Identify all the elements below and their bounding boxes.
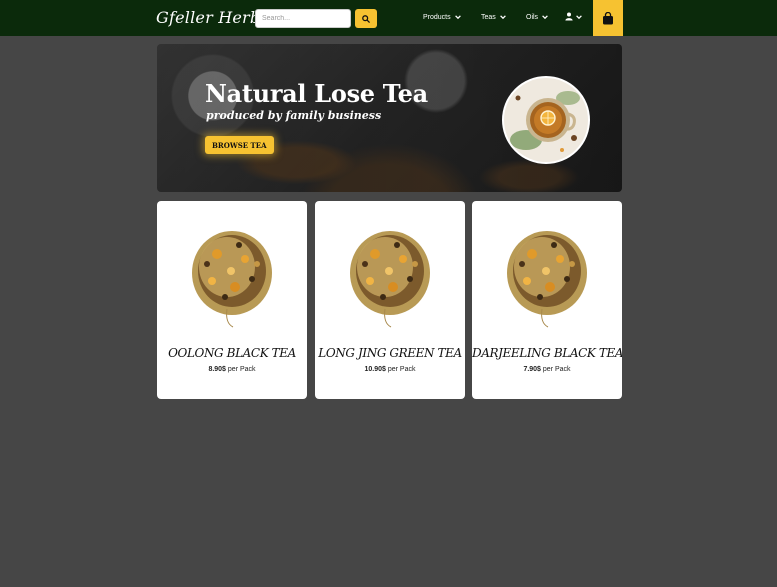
search-input[interactable] <box>255 9 351 28</box>
top-navbar: Gfeller Herbs Products Teas Oils <box>0 0 777 36</box>
hero-banner: Natural Lose Tea produced by family busi… <box>157 44 622 192</box>
hero-subtitle: produced by family business <box>206 109 382 122</box>
price-unit: per Pack <box>385 366 416 373</box>
tea-leaves-image <box>507 231 587 328</box>
nav-products-dropdown[interactable]: Products <box>423 13 462 21</box>
hero-title: Natural Lose Tea <box>205 79 428 108</box>
user-account-dropdown[interactable] <box>565 12 583 21</box>
product-price: 10.90$ per Pack <box>315 366 465 373</box>
price-unit: per Pack <box>225 366 256 373</box>
chevron-down-icon <box>576 14 582 19</box>
tea-leaves-image <box>350 231 430 328</box>
browse-tea-button[interactable]: BROWSE TEA <box>205 136 274 154</box>
tea-leaves-image <box>192 231 272 328</box>
user-icon <box>565 12 573 21</box>
tea-cup-photo <box>502 76 590 164</box>
product-card[interactable]: DARJEELING BLACK TEA 7.90$ per Pack <box>472 201 622 399</box>
nav-oils-label: Oils <box>526 13 539 21</box>
chevron-down-icon <box>542 15 548 20</box>
product-name: OOLONG BLACK TEA <box>168 346 296 360</box>
product-name: LONG JING GREEN TEA <box>318 346 462 360</box>
product-card[interactable]: LONG JING GREEN TEA 10.90$ per Pack <box>315 201 465 399</box>
shopping-bag-icon <box>603 11 613 24</box>
search-icon <box>362 14 370 23</box>
nav-teas-dropdown[interactable]: Teas <box>481 13 507 21</box>
chevron-down-icon <box>454 15 461 20</box>
chevron-down-icon <box>499 15 506 20</box>
product-price: 8.90$ per Pack <box>157 366 307 373</box>
product-name: DARJEELING BLACK TEA <box>472 346 622 360</box>
product-price: 7.90$ per Pack <box>472 366 622 373</box>
price-value: 10.90$ <box>364 366 386 373</box>
brand-logo[interactable]: Gfeller Herbs <box>156 8 269 27</box>
nav-oils-dropdown[interactable]: Oils <box>526 13 549 21</box>
search-button[interactable] <box>355 9 377 28</box>
price-unit: per Pack <box>540 366 571 373</box>
cart-button[interactable] <box>593 0 623 36</box>
product-card[interactable]: OOLONG BLACK TEA 8.90$ per Pack <box>157 201 307 399</box>
price-value: 7.90$ <box>523 366 541 373</box>
price-value: 8.90$ <box>208 366 226 373</box>
nav-products-label: Products <box>423 13 451 21</box>
nav-teas-label: Teas <box>481 13 496 21</box>
